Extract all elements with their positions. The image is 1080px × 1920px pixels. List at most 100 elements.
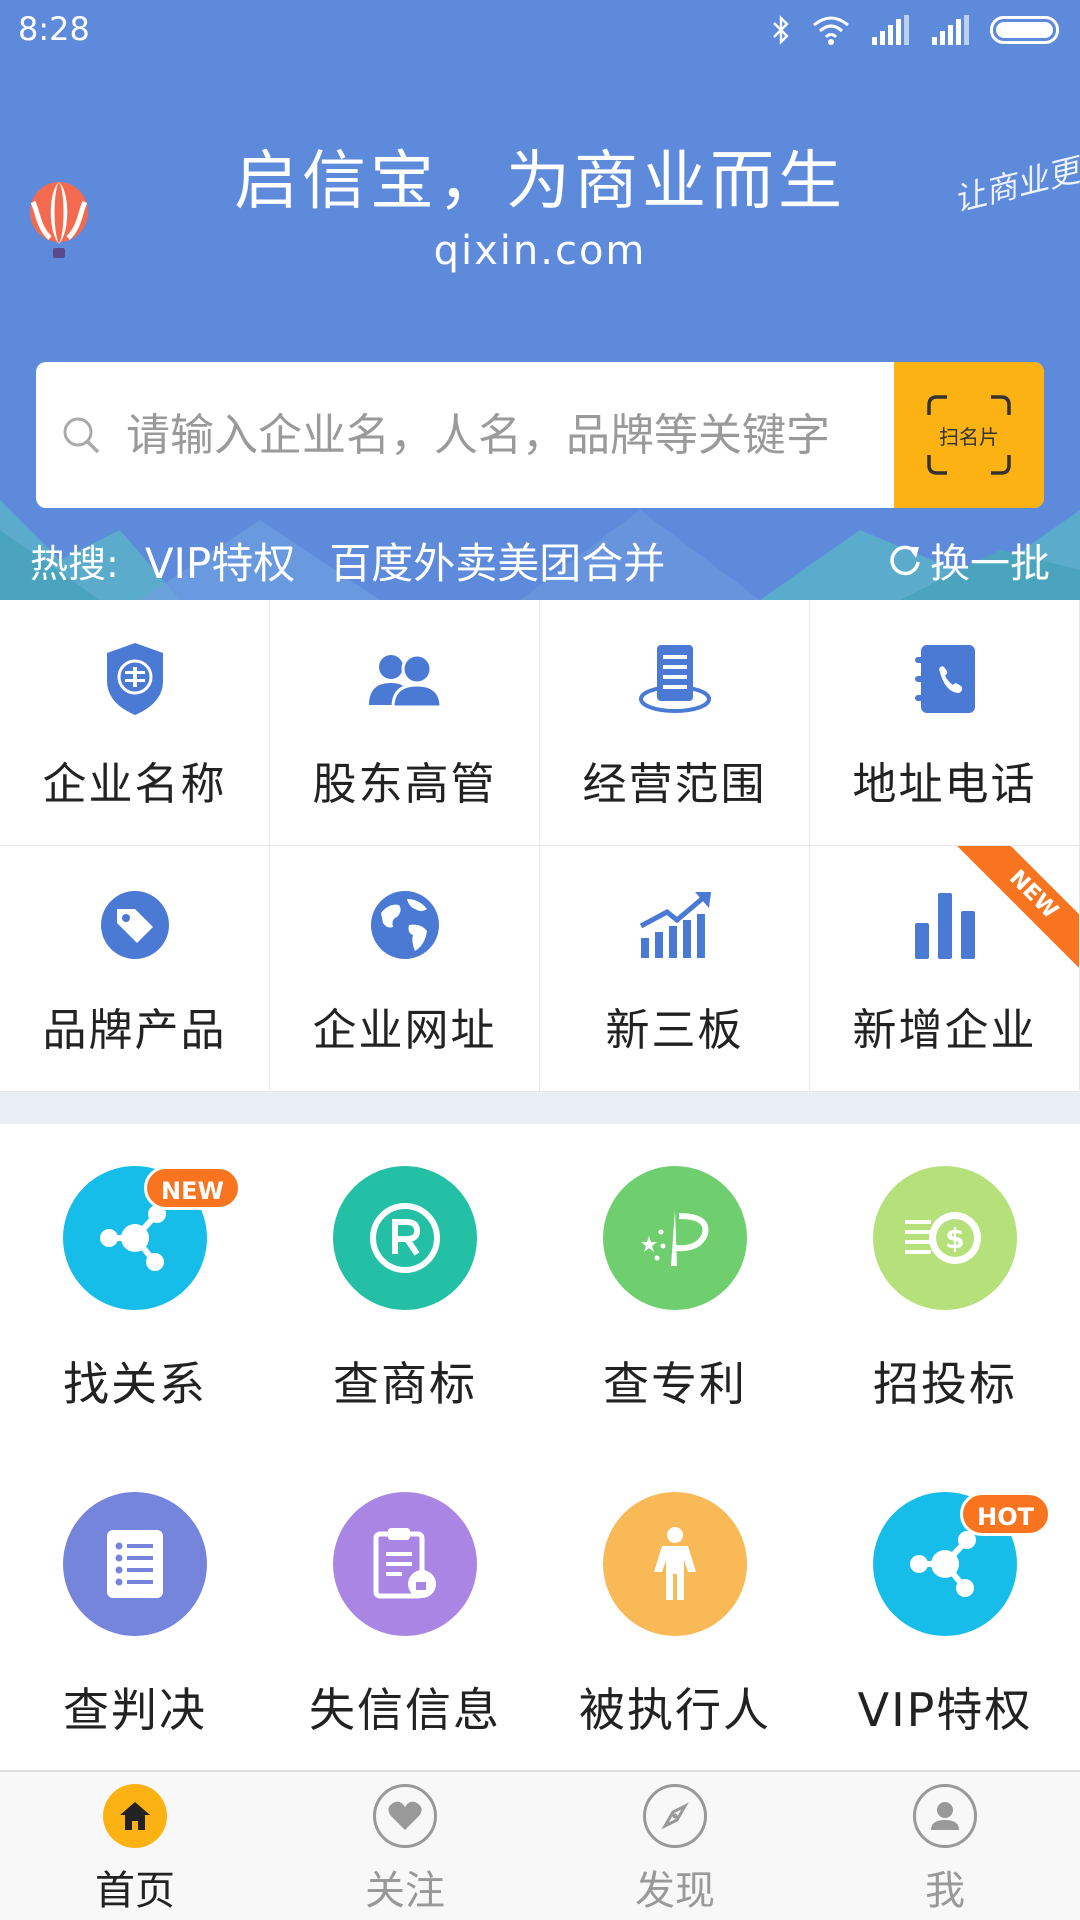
trademark-icon (370, 1203, 440, 1273)
category-enterprise-name[interactable]: 企业名称 (0, 600, 270, 846)
refresh-button[interactable]: 换一批 (888, 531, 1050, 589)
patent-icon (641, 1210, 709, 1266)
money-icon: $ (905, 1212, 981, 1264)
enterprise-shield-icon (106, 643, 163, 715)
bottom-tab-bar: 首页 关注 发现 我 (0, 1770, 1080, 1920)
tool-executed-person[interactable]: 被执行人 (540, 1492, 810, 1740)
battery-icon (990, 16, 1059, 44)
hot-search-label: 热搜: (30, 541, 119, 586)
tool-label: 查专利 (603, 1357, 747, 1411)
document-icon (638, 645, 711, 713)
category-label: 股东高管 (312, 759, 497, 810)
hot-keyword[interactable]: 百度外卖美团合并 (329, 530, 665, 591)
tab-label: 我 (925, 1868, 965, 1914)
tool-icon-bg (333, 1166, 477, 1310)
heart-icon (373, 1784, 437, 1848)
globe-icon (370, 891, 439, 959)
phone-book-icon (914, 645, 975, 713)
category-label: 新增企业 (852, 1005, 1037, 1056)
clipboard-icon (373, 1528, 436, 1599)
category-shareholders[interactable]: 股东高管 (270, 600, 540, 846)
tab-label: 发现 (635, 1868, 715, 1914)
refresh-label: 换一批 (930, 541, 1050, 587)
status-bar: 8:28 (0, 0, 1080, 60)
status-time: 8:28 (18, 10, 90, 48)
category-website[interactable]: 企业网址 (270, 846, 540, 1092)
tool-find-relations[interactable]: NEW 找关系 (0, 1166, 270, 1414)
tool-icon-bg (63, 1492, 207, 1636)
new-badge: NEW (144, 1166, 241, 1210)
tab-follow[interactable]: 关注 (270, 1772, 540, 1920)
network-icon (100, 1205, 166, 1271)
category-brand-product[interactable]: 品牌产品 (0, 846, 270, 1092)
status-icons (770, 14, 1062, 46)
app-screen: 8:28 启信宝，为商业而生 qixin.com 让商业更 请输入企业名，人名，… (0, 0, 1080, 1920)
tool-label: VIP特权 (857, 1683, 1033, 1737)
svg-text:$: $ (945, 1222, 964, 1255)
tool-label: 被执行人 (579, 1683, 771, 1737)
compass-icon (643, 1784, 707, 1848)
wifi-icon (813, 16, 849, 45)
tab-me[interactable]: 我 (810, 1772, 1080, 1920)
trend-chart-icon (639, 892, 711, 958)
category-business-scope[interactable]: 经营范围 (540, 600, 810, 846)
hot-keyword[interactable]: VIP特权 (145, 530, 295, 591)
category-label: 企业名称 (42, 759, 227, 810)
slogan: 启信宝，为商业而生 qixin.com (0, 130, 1080, 274)
tool-dishonesty-info[interactable]: 失信信息 (270, 1492, 540, 1740)
category-new-third-board[interactable]: 新三板 (540, 846, 810, 1092)
search-input[interactable] (126, 362, 894, 508)
tool-vip-privilege[interactable]: HOT VIP特权 (810, 1492, 1080, 1740)
hot-search-bar: 热搜: VIP特权 百度外卖美团合并 换一批 (30, 530, 1050, 590)
category-new-enterprises[interactable]: NEW 新增企业 (810, 846, 1080, 1092)
category-label: 品牌产品 (42, 1005, 227, 1056)
list-icon (107, 1530, 163, 1598)
category-label: 企业网址 (312, 1005, 497, 1056)
tool-judgments[interactable]: 查判决 (0, 1492, 270, 1740)
hot-badge: HOT (960, 1492, 1051, 1536)
category-label: 新三板 (605, 1005, 744, 1056)
scan-card-label: 扫名片 (939, 424, 999, 449)
signal-icon-2 (932, 15, 969, 45)
tool-bidding[interactable]: $ 招投标 (810, 1166, 1080, 1414)
tool-icon-bg (603, 1492, 747, 1636)
people-icon (368, 653, 443, 709)
refresh-icon (890, 545, 920, 576)
tool-trademark[interactable]: 查商标 (270, 1166, 540, 1414)
category-grid: 企业名称 股东高管 经营范围 地址电话 品牌产品 企业网址 新三板 NEW 新增… (0, 600, 1080, 1092)
tool-label: 找关系 (63, 1357, 207, 1411)
person-icon (654, 1527, 696, 1600)
signal-icon (872, 15, 909, 45)
tool-label: 失信信息 (309, 1683, 501, 1737)
bar-chart-icon (914, 893, 975, 959)
tool-label: 查商标 (333, 1357, 477, 1411)
tag-icon (100, 891, 169, 959)
user-icon (913, 1784, 977, 1848)
slogan-site: qixin.com (433, 228, 647, 274)
scan-card-button[interactable]: 扫名片 (894, 362, 1044, 508)
tool-label: 招投标 (873, 1357, 1017, 1411)
tool-grid: NEW 找关系 查商标 查专利 $ 招投标 查判决 失信信息 被执行人 HOT … (0, 1124, 1080, 1770)
header-banner: 8:28 启信宝，为商业而生 qixin.com 让商业更 请输入企业名，人名，… (0, 0, 1080, 600)
tool-label: 查判决 (63, 1683, 207, 1737)
slogan-title: 启信宝，为商业而生 (234, 145, 846, 219)
tool-icon-bg: $ (873, 1166, 1017, 1310)
home-icon (103, 1784, 167, 1848)
vip-network-icon (910, 1531, 976, 1597)
search-bar[interactable]: 扫名片 (36, 362, 1044, 508)
tab-home[interactable]: 首页 (0, 1772, 270, 1920)
tool-icon-bg (603, 1166, 747, 1310)
bluetooth-icon (773, 15, 789, 45)
tool-icon-bg: NEW (63, 1166, 241, 1310)
tab-label: 首页 (95, 1868, 175, 1914)
tool-patent[interactable]: 查专利 (540, 1166, 810, 1414)
tab-label: 关注 (365, 1868, 445, 1914)
category-address-phone[interactable]: 地址电话 (810, 600, 1080, 846)
category-label: 地址电话 (852, 759, 1037, 810)
tool-icon-bg (333, 1492, 477, 1636)
category-label: 经营范围 (582, 759, 767, 810)
search-icon (36, 362, 126, 508)
tab-discover[interactable]: 发现 (540, 1772, 810, 1920)
tool-icon-bg: HOT (873, 1492, 1051, 1636)
section-divider (0, 1092, 1080, 1124)
